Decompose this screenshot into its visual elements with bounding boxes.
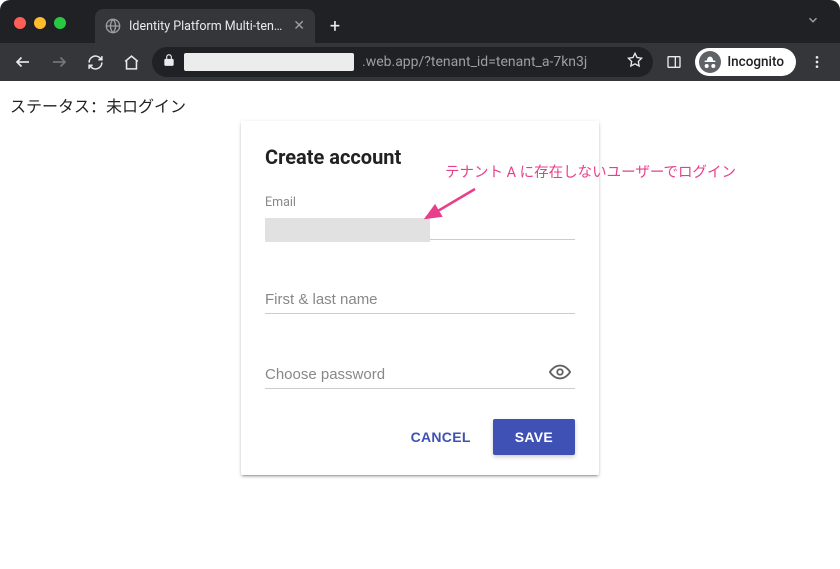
tab-strip: Identity Platform Multi-tenant ✕ + [80,0,806,43]
cancel-button[interactable]: CANCEL [399,419,483,455]
annotation-arrow-icon [420,186,480,226]
password-field [265,360,575,389]
status-text: ステータス：未ログイン [10,93,830,117]
incognito-label: Incognito [727,54,784,70]
lock-icon [162,53,176,71]
address-bar[interactable]: .web.app/?tenant_id=tenant_a-7kn3j [152,47,653,77]
star-icon[interactable] [627,52,643,72]
maximize-window-button[interactable] [54,17,66,29]
save-button[interactable]: SAVE [493,419,575,455]
incognito-icon [699,51,721,73]
globe-icon [105,18,121,34]
email-input[interactable] [265,218,430,242]
new-tab-button[interactable]: + [321,12,349,40]
password-input[interactable] [265,360,541,388]
window-controls [0,17,80,43]
eye-icon[interactable] [549,361,575,387]
url-host-redacted [184,53,354,71]
annotation-text: テナント A に存在しないユーザーでログイン [445,161,736,182]
forward-button[interactable] [44,47,74,77]
incognito-indicator[interactable]: Incognito [695,48,796,76]
name-input[interactable] [265,286,575,314]
page-body: ステータス：未ログイン Create account Email CANCEL … [0,81,840,129]
browser-toolbar: .web.app/?tenant_id=tenant_a-7kn3j Incog… [0,43,840,81]
tab-title: Identity Platform Multi-tenant [129,19,285,34]
window-dropdown-icon[interactable] [806,13,840,43]
menu-button[interactable] [802,47,832,77]
reload-button[interactable] [80,47,110,77]
back-button[interactable] [8,47,38,77]
close-tab-icon[interactable]: ✕ [293,19,305,33]
window-titlebar: Identity Platform Multi-tenant ✕ + [0,0,840,43]
name-field [265,286,575,314]
minimize-window-button[interactable] [34,17,46,29]
form-actions: CANCEL SAVE [265,419,575,455]
home-button[interactable] [116,47,146,77]
panel-icon[interactable] [659,47,689,77]
close-window-button[interactable] [14,17,26,29]
url-path: .web.app/?tenant_id=tenant_a-7kn3j [362,54,587,70]
browser-tab[interactable]: Identity Platform Multi-tenant ✕ [95,9,315,43]
